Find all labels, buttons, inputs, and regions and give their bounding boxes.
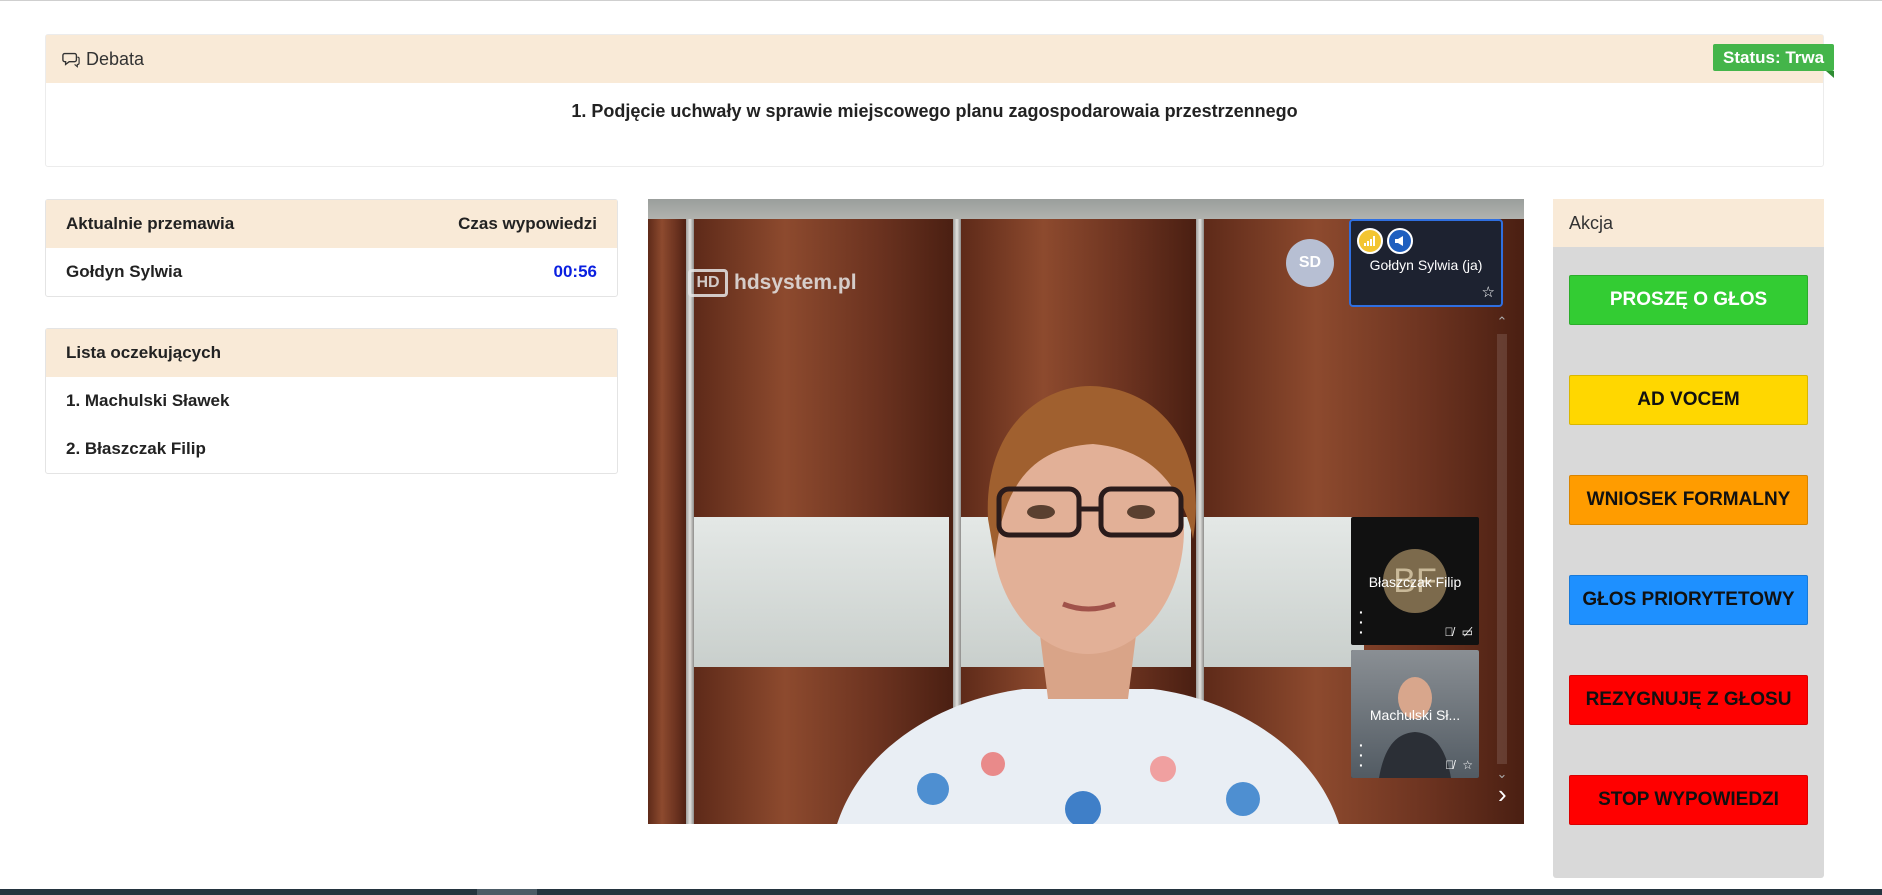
speaking-time-column-label: Czas wypowiedzi <box>458 214 597 233</box>
mic-muted-icon: 🎙̸ <box>1444 625 1454 639</box>
speaker-video-feed <box>837 386 1339 824</box>
ad-vocem-button[interactable]: AD VOCEM <box>1569 375 1808 425</box>
participant-tile[interactable]: BF Błaszczak Filip · · · 🎙̸ ▭̸ <box>1351 517 1479 645</box>
debate-card: Debata 1. Podjęcie uchwały w sprawie mie… <box>45 34 1824 167</box>
tiles-scrollbar[interactable]: ⌃ ⌄ <box>1494 314 1510 784</box>
waiting-list-header: Lista oczekujących <box>46 329 617 377</box>
stop-speech-button[interactable]: STOP WYPOWIEDZI <box>1569 775 1808 825</box>
main-video[interactable]: HD hdsystem.pl SD Gołdyn Sylwia (ja) ☆ ⌃… <box>648 199 1524 824</box>
chevron-right-icon[interactable]: › <box>1498 779 1507 810</box>
camera-off-icon: ▭̸ <box>1461 625 1473 639</box>
participant-tile[interactable]: Machulski Sł... · · · 🎙̸ ☆ <box>1351 650 1479 778</box>
more-options-icon[interactable]: · · · <box>1359 605 1364 639</box>
priority-voice-button[interactable]: GŁOS PRIORYTETOWY <box>1569 575 1808 625</box>
speaking-timer: 00:56 <box>553 262 597 281</box>
current-speaker-column-label: Aktualnie przemawia <box>66 214 235 233</box>
signal-strength-icon <box>1357 228 1383 254</box>
request-to-speak-button[interactable]: PROSZĘ O GŁOS <box>1569 275 1808 325</box>
self-video-tile[interactable]: Gołdyn Sylwia (ja) ☆ <box>1349 219 1503 307</box>
avatar[interactable]: SD <box>1286 239 1334 287</box>
top-divider <box>0 0 1882 1</box>
action-panel-header: Akcja <box>1553 199 1824 247</box>
participant-name: Błaszczak Filip <box>1368 574 1462 590</box>
formal-motion-button[interactable]: WNIOSEK FORMALNY <box>1569 475 1808 525</box>
star-icon[interactable]: ☆ <box>1482 283 1495 301</box>
current-speaker-row: Gołdyn Sylwia 00:56 <box>46 248 617 296</box>
current-speaker-panel: Aktualnie przemawia Czas wypowiedzi Gołd… <box>45 199 618 297</box>
waiting-list-title: Lista oczekujących <box>66 343 221 362</box>
list-item: 1. Machulski Sławek <box>66 391 230 410</box>
bottom-scrollbar[interactable] <box>0 889 1882 895</box>
current-speaker-name: Gołdyn Sylwia <box>66 262 183 281</box>
list-item: 2. Błaszczak Filip <box>66 439 206 458</box>
waiting-list-panel: Lista oczekujących 1. Machulski Sławek 2… <box>45 328 618 474</box>
more-options-icon[interactable]: · · · <box>1359 738 1364 772</box>
debate-header-label: Debata <box>86 48 145 69</box>
watermark-text: hdsystem.pl <box>734 271 857 294</box>
debate-agenda-title: 1. Podjęcie uchwały w sprawie miejscoweg… <box>571 101 1298 121</box>
chat-icon <box>62 52 80 68</box>
star-icon[interactable]: ☆ <box>1462 758 1473 772</box>
self-tile-name: Gołdyn Sylwia (ja) <box>1369 257 1483 273</box>
participant-figure <box>1379 677 1451 778</box>
action-panel: Akcja PROSZĘ O GŁOS AD VOCEM WNIOSEK FOR… <box>1553 199 1824 878</box>
debate-header: Debata <box>46 35 1823 83</box>
current-speaker-header: Aktualnie przemawia Czas wypowiedzi <box>46 200 617 248</box>
megaphone-icon <box>1387 228 1413 254</box>
hdsystem-logo: HD <box>688 269 728 297</box>
mic-muted-icon: 🎙̸ <box>1445 758 1455 772</box>
scrollbar-thumb[interactable] <box>477 889 537 895</box>
resign-from-speaking-button[interactable]: REZYGNUJĘ Z GŁOSU <box>1569 675 1808 725</box>
hdsystem-watermark: HD hdsystem.pl <box>688 269 857 297</box>
status-badge: Status: Trwa <box>1713 44 1835 78</box>
chevron-up-icon[interactable]: ⌃ <box>1494 314 1510 330</box>
participant-name: Machulski Sł... <box>1369 707 1461 723</box>
